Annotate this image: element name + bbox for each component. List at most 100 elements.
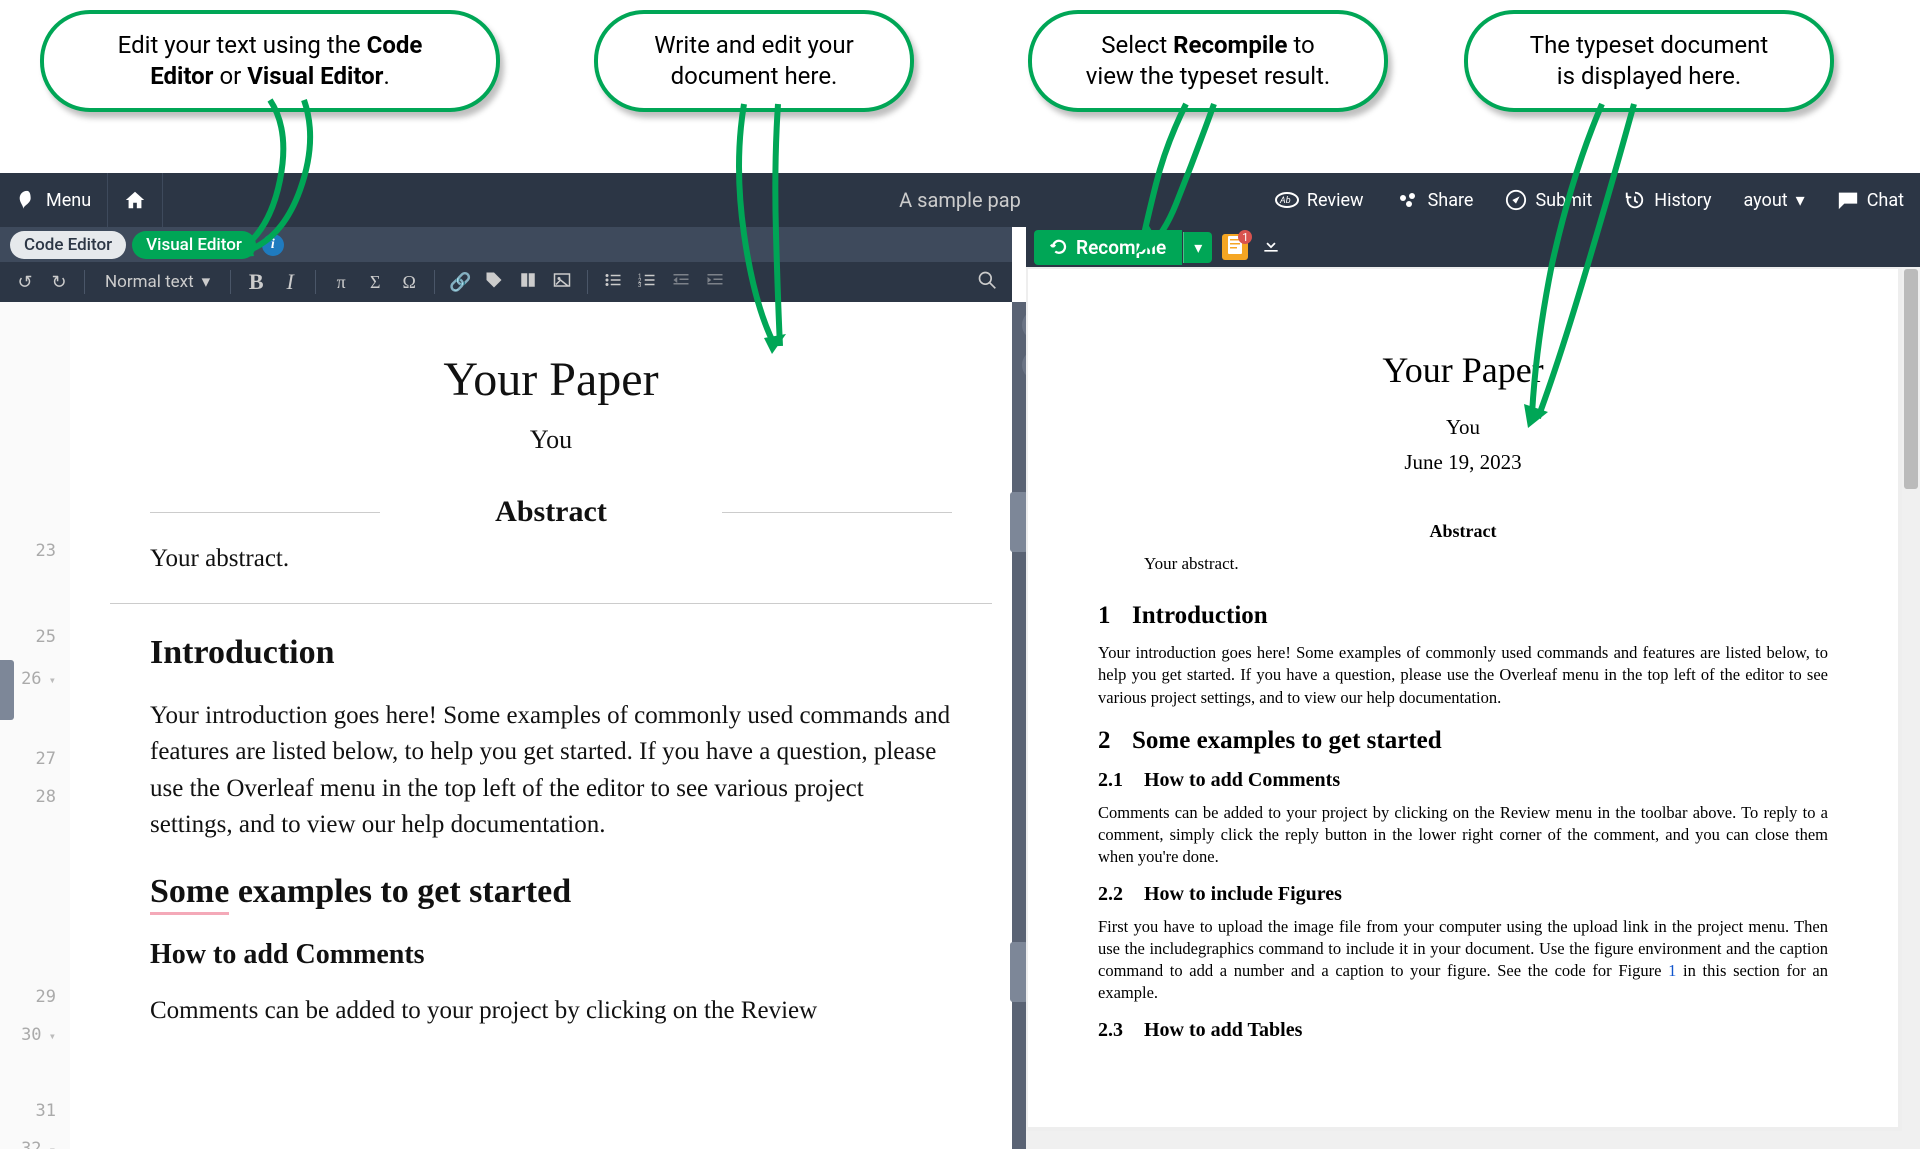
share-button[interactable]: Share [1380,173,1490,227]
refresh-icon [1050,238,1068,256]
home-button[interactable] [108,173,163,227]
separator [434,270,435,294]
pdf-subsection: 2.1How to add Comments [1098,769,1828,792]
text-style-label: Normal text [105,272,194,292]
pdf-abstract-head: Abstract [1098,521,1828,542]
chat-icon [1837,190,1859,210]
pdf-preview: Your Paper You June 19, 2023 Abstract Yo… [1026,267,1920,1149]
callout-preview: The typeset document is displayed here. [1464,10,1834,112]
doc-author[interactable]: You [150,425,952,455]
download-icon [1261,235,1281,259]
callout-text: view the typeset result. [1086,62,1331,90]
pdf-paragraph: Comments can be added to your project by… [1098,802,1828,869]
editor-toolbar: ↺ ↻ Normal text ▾ B I π Σ Ω 🔗 123 [0,262,1012,302]
subsection-heading[interactable]: How to add Comments [150,939,952,971]
bullet-list-icon [604,271,622,294]
horizontal-scrollbar[interactable] [1026,1131,1902,1149]
chevron-down-icon: ▾ [202,272,211,292]
italic-button[interactable]: I [275,267,305,297]
layout-button[interactable]: ayout ▾ [1728,173,1821,227]
abstract-body[interactable]: Your abstract. [150,545,952,573]
pdf-page[interactable]: Your Paper You June 19, 2023 Abstract Yo… [1028,269,1898,1127]
search-button[interactable] [972,267,1002,297]
layout-label: ayout [1744,190,1788,211]
tag-icon [485,271,503,294]
section-heading[interactable]: Introduction [150,634,952,672]
link-button[interactable]: 🔗 [445,267,475,297]
undo-button[interactable]: ↺ [10,267,40,297]
code-editor-tab[interactable]: Code Editor [10,231,126,259]
numbered-list-button[interactable]: 123 [632,267,662,297]
italic-icon: I [287,269,294,295]
indent-button[interactable] [700,267,730,297]
sigma-icon: Σ [370,272,380,293]
callout-text: Write and edit your [654,31,853,59]
editor-mode-tabs: Code Editor Visual Editor i [0,227,1012,262]
review-button[interactable]: Ab Review [1259,173,1380,227]
separator [84,270,85,294]
pdf-section: 2Some examples to get started [1098,727,1828,755]
share-label: Share [1428,190,1474,211]
document-editor[interactable]: Your Paper You Abstract Your abstract. I… [70,302,1012,1149]
svg-text:Ab: Ab [1279,196,1291,206]
separator [587,270,588,294]
pdf-paragraph: Your introduction goes here! Some exampl… [1098,642,1828,709]
link-icon: 🔗 [449,272,471,293]
logs-button[interactable]: 1 [1222,234,1248,260]
line-number[interactable]: 30 [0,1016,70,1092]
pdf-subsection: 2.3How to add Tables [1098,1019,1828,1042]
paragraph[interactable]: Your introduction goes here! Some exampl… [150,698,952,843]
menu-button[interactable]: Menu [0,173,108,227]
line-number: 28 [0,778,70,978]
image-icon [553,271,571,294]
pdf-abstract-body: Your abstract. [1144,554,1782,574]
pdf-title: Your Paper [1098,349,1828,391]
line-number: 23 [0,532,70,618]
numbered-list-icon: 123 [638,271,656,294]
share-icon [1396,190,1420,210]
callout-editor-area: Write and edit your document here. [594,10,914,112]
cite-button[interactable] [479,267,509,297]
doc-title[interactable]: Your Paper [150,352,952,407]
chevron-down-icon: ▾ [1796,190,1805,211]
review-label: Review [1307,190,1364,211]
pane-divider[interactable]: ➜ ➜ [1012,302,1026,1149]
bullet-list-button[interactable] [598,267,628,297]
menu-label: Menu [46,190,91,211]
outdent-button[interactable] [666,267,696,297]
chat-button[interactable]: Chat [1821,173,1920,227]
pdf-subsection: 2.2How to include Figures [1098,883,1828,906]
bold-icon: B [249,269,264,295]
line-number: 31 [0,1092,70,1130]
section-heading[interactable]: Some examples to get started [150,873,952,911]
callout-text: The typeset document [1530,31,1768,59]
line-number: 29 [0,978,70,1016]
indent-icon [706,271,724,294]
image-button[interactable] [547,267,577,297]
expand-sidebar-handle[interactable] [0,660,14,720]
redo-button[interactable]: ↻ [44,267,74,297]
line-number: 27 [0,740,70,778]
pdf-section: 1Introduction [1098,602,1828,630]
sigma-button[interactable]: Σ [360,267,390,297]
pdf-author: You [1098,415,1828,440]
warning-badge: 1 [1238,230,1252,244]
omega-icon: Ω [403,272,416,293]
line-number: 25 [0,618,70,660]
project-title[interactable]: A sample pap [899,188,1021,212]
vertical-scrollbar[interactable] [1902,267,1920,1149]
separator [315,270,316,294]
bold-button[interactable]: B [241,267,271,297]
history-label: History [1654,190,1711,211]
callout-text: is displayed here. [1557,62,1741,90]
ref-button[interactable] [513,267,543,297]
omega-button[interactable]: Ω [394,267,424,297]
text-style-select[interactable]: Normal text ▾ [95,272,220,292]
paragraph[interactable]: Comments can be added to your project by… [150,993,952,1029]
callout-text: document here. [671,62,838,90]
download-button[interactable] [1258,234,1284,260]
pi-button[interactable]: π [326,267,356,297]
scrollbar-thumb[interactable] [1904,269,1918,489]
line-number[interactable]: 32 [0,1130,70,1149]
book-icon [519,271,537,294]
